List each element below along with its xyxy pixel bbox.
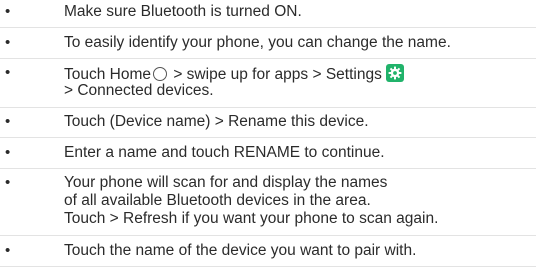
divider [0, 27, 536, 28]
bullet: • [5, 174, 11, 191]
item-text: Make sure Bluetooth is turned ON. [64, 3, 302, 21]
divider [0, 235, 536, 236]
item-line: > Connected devices. [64, 82, 214, 99]
item-line: To easily identify your phone, you can c… [64, 34, 451, 51]
item-text: Enter a name and touch RENAME to continu… [64, 144, 385, 162]
divider [0, 107, 536, 108]
bullet: • [5, 144, 11, 161]
bullet: • [5, 64, 11, 81]
settings-gear-icon [385, 64, 404, 82]
divider [0, 137, 536, 138]
divider [0, 168, 536, 169]
item-text: Your phone will scan for and display the… [64, 174, 438, 228]
item-line: of all available Bluetooth devices in th… [64, 192, 371, 209]
bullet: • [5, 3, 11, 20]
item-line: Make sure Bluetooth is turned ON. [64, 3, 302, 20]
divider [0, 266, 536, 267]
item-text: Touch the name of the device you want to… [64, 242, 416, 260]
bullet: • [5, 34, 11, 51]
home-circle-icon [153, 67, 168, 81]
bullet: • [5, 242, 11, 259]
item-line-part: > swipe up for apps > Settings [169, 66, 382, 83]
item-line: Touch (Device name) > Rename this device… [64, 113, 369, 130]
item-text: Touch Home > swipe up for apps > Setting… [64, 64, 404, 100]
item-line: Touch > Refresh if you want your phone t… [64, 210, 439, 227]
divider [0, 58, 536, 59]
item-line: Your phone will scan for and display the… [64, 174, 388, 191]
item-text: Touch (Device name) > Rename this device… [64, 113, 369, 131]
item-line-part: Touch Home [64, 66, 152, 83]
item-line: Enter a name and touch RENAME to continu… [64, 144, 385, 161]
bullet: • [5, 113, 11, 130]
item-line: Touch the name of the device you want to… [64, 242, 417, 259]
item-text: To easily identify your phone, you can c… [64, 34, 451, 52]
item-line: Touch Home > swipe up for apps > Setting… [64, 64, 404, 83]
